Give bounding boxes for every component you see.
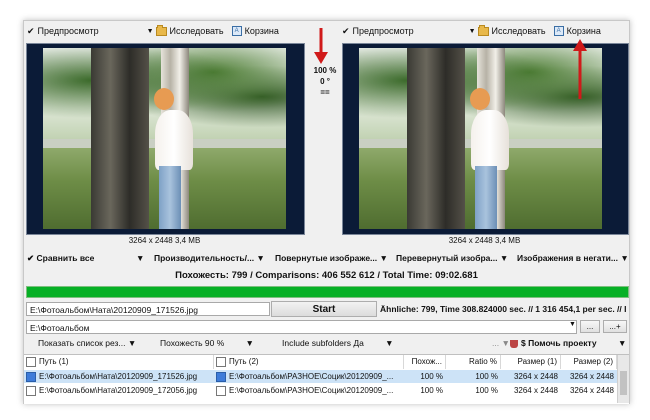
row-path2-cell: E:\Фотоальбом\РАЗНОЕ\Социк\20120909_... xyxy=(216,370,402,383)
comparison-stats: Похожесть: 799 / Comparisons: 406 552 61… xyxy=(175,270,478,281)
compare-all-label: Сравнить все xyxy=(36,253,95,263)
column-header-similarity[interactable]: Похож... xyxy=(404,355,446,369)
right-preview-toggle[interactable]: Предпросмотр xyxy=(353,26,414,36)
performance-dropdown[interactable]: Производительность/... ▼ xyxy=(154,253,265,263)
annotation-arrow-down-icon xyxy=(314,28,328,64)
compare-all-button[interactable]: ✔ Сравнить все xyxy=(27,253,94,264)
checkmark-icon: ✔ xyxy=(27,25,35,36)
flipped-images-dropdown[interactable]: Перевернутый изобра... ▼ xyxy=(396,253,508,263)
trash-icon: A xyxy=(231,26,242,36)
right-explore-button[interactable]: Исследовать xyxy=(492,26,546,36)
status-text: Ähnliche: 799, Time 308.824000 sec. // 1… xyxy=(380,304,627,314)
options-toolbar: Показать список рез... ▼ Похожесть 90 % … xyxy=(24,337,629,351)
folder-path-input[interactable]: E:\Фотоальбом xyxy=(26,320,577,334)
start-button[interactable]: Start xyxy=(271,301,377,317)
row-checkbox[interactable] xyxy=(26,385,36,396)
row-checkbox[interactable] xyxy=(26,371,36,382)
annotation-arrow-up-icon xyxy=(573,39,587,99)
rotation-angle: 0 ° xyxy=(320,77,330,86)
left-explore-button[interactable]: Исследовать xyxy=(170,26,224,36)
action-toolbar: ✔ Сравнить все ▼ Производительность/... … xyxy=(24,252,629,266)
negative-images-label: Изображения в негати... xyxy=(517,253,618,263)
row-similarity: 100 % xyxy=(420,386,443,395)
checkmark-icon: ✔ xyxy=(342,25,350,36)
select-all-checkbox-2[interactable] xyxy=(216,356,226,367)
rotated-images-dropdown[interactable]: Повернутые изображе... ▼ xyxy=(275,253,388,263)
column-header-size2[interactable]: Размер (2) xyxy=(561,355,617,369)
add-folder-button[interactable]: ...+ xyxy=(603,320,627,333)
show-results-label: Показать список рез... xyxy=(38,338,126,348)
row-path2: E:\Фотоальбом\РАЗНОЕ\Социк\20120909_... xyxy=(229,386,394,395)
include-subfolders-dropdown[interactable]: Include subfolders Да ▼ xyxy=(282,338,394,348)
left-image-panel[interactable] xyxy=(26,43,305,235)
left-image-info: 3264 x 2448 3,4 MB xyxy=(128,236,201,245)
donate-label: $ Помочь проекту xyxy=(521,338,597,348)
row-size2: 3264 x 2448 xyxy=(569,372,614,381)
performance-label: Производительность/... xyxy=(154,253,255,263)
progress-bar xyxy=(26,286,629,298)
row-path1-cell: E:\Фотоальбом\Ната\20120909_171526.jpg xyxy=(26,370,212,383)
zoom-percent: 100 % xyxy=(313,66,337,75)
row-path2: E:\Фотоальбом\РАЗНОЕ\Социк\20120909_... xyxy=(229,372,394,381)
row-ratio: 100 % xyxy=(475,386,498,395)
row-size2: 3264 x 2448 xyxy=(569,386,614,395)
coffee-cup-icon xyxy=(510,339,518,348)
browse-folder-button[interactable]: ... xyxy=(580,320,600,333)
row-size1: 3264 x 2448 xyxy=(513,386,558,395)
trash-icon: A xyxy=(553,26,564,36)
right-trash-button[interactable]: Корзина xyxy=(567,26,601,36)
scrollbar-thumb[interactable] xyxy=(620,371,627,395)
column-header-path1-label: Путь (1) xyxy=(39,357,69,366)
right-photo xyxy=(359,48,602,229)
more-options-button[interactable]: ... ▼ xyxy=(492,338,510,348)
left-trash-button[interactable]: Корзина xyxy=(245,26,279,36)
left-preview-toggle[interactable]: Предпросмотр xyxy=(38,26,99,36)
row-ratio: 100 % xyxy=(475,372,498,381)
dropdown-arrow-icon[interactable]: ▼ xyxy=(469,28,476,35)
column-header-path2-label: Путь (2) xyxy=(229,357,259,366)
folder-icon xyxy=(477,24,489,36)
include-subfolders-label: Include subfolders Да xyxy=(282,338,364,348)
column-header-ratio[interactable]: Ratio % xyxy=(446,355,501,369)
select-all-checkbox[interactable] xyxy=(26,356,36,367)
current-file-field[interactable]: E:\Фотоальбом\Ната\20120909_171526.jpg xyxy=(26,302,270,316)
results-scrollbar[interactable] xyxy=(617,355,629,403)
row-checkbox[interactable] xyxy=(216,371,226,382)
row-path1-cell: E:\Фотоальбом\Ната\20120909_172056.jpg xyxy=(26,384,212,397)
equality-indicator: == xyxy=(320,88,330,97)
folder-icon xyxy=(155,24,167,36)
row-checkbox[interactable] xyxy=(216,385,226,396)
negative-images-dropdown[interactable]: Изображения в негати... ▼ xyxy=(517,253,629,263)
column-header-path2[interactable]: Путь (2) xyxy=(214,355,404,369)
left-image-toolbar: ✔ Предпросмотр ▼ Исследовать A Корзина xyxy=(27,23,302,39)
show-results-dropdown[interactable]: Показать список рез... ▼ xyxy=(38,338,136,348)
folder-path-dropdown-icon[interactable]: ▼ xyxy=(569,321,576,328)
donate-button[interactable]: $ Помочь проекту xyxy=(510,338,597,348)
row-path1: E:\Фотоальбом\Ната\20120909_171526.jpg xyxy=(39,372,198,381)
row-path2-cell: E:\Фотоальбом\РАЗНОЕ\Социк\20120909_... xyxy=(216,384,402,397)
similarity-threshold-dropdown[interactable]: Похожесть 90 % ▼ xyxy=(160,338,254,348)
row-path1: E:\Фотоальбом\Ната\20120909_172056.jpg xyxy=(39,386,198,395)
right-image-info: 3264 x 2448 3,4 MB xyxy=(448,236,521,245)
compare-all-dropdown[interactable]: ▼ xyxy=(136,253,144,263)
results-grid: Путь (1) Путь (2) Похож... Ratio % Разме… xyxy=(24,354,629,404)
row-similarity: 100 % xyxy=(420,372,443,381)
dropdown-arrow-icon[interactable]: ▼ xyxy=(147,28,154,35)
flipped-images-label: Перевернутый изобра... xyxy=(396,253,498,263)
rotated-images-label: Повернутые изображе... xyxy=(275,253,378,263)
more-options-label: ... xyxy=(492,338,500,348)
similarity-threshold-label: Похожесть 90 % xyxy=(160,338,225,348)
column-header-path1[interactable]: Путь (1) xyxy=(24,355,214,369)
app-window: ✔ Предпросмотр ▼ Исследовать A Корзина ✔… xyxy=(23,20,630,404)
left-photo xyxy=(43,48,286,229)
donate-dropdown[interactable]: ▼ xyxy=(618,338,626,348)
column-header-size1[interactable]: Размер (1) xyxy=(501,355,561,369)
row-size1: 3264 x 2448 xyxy=(513,372,558,381)
